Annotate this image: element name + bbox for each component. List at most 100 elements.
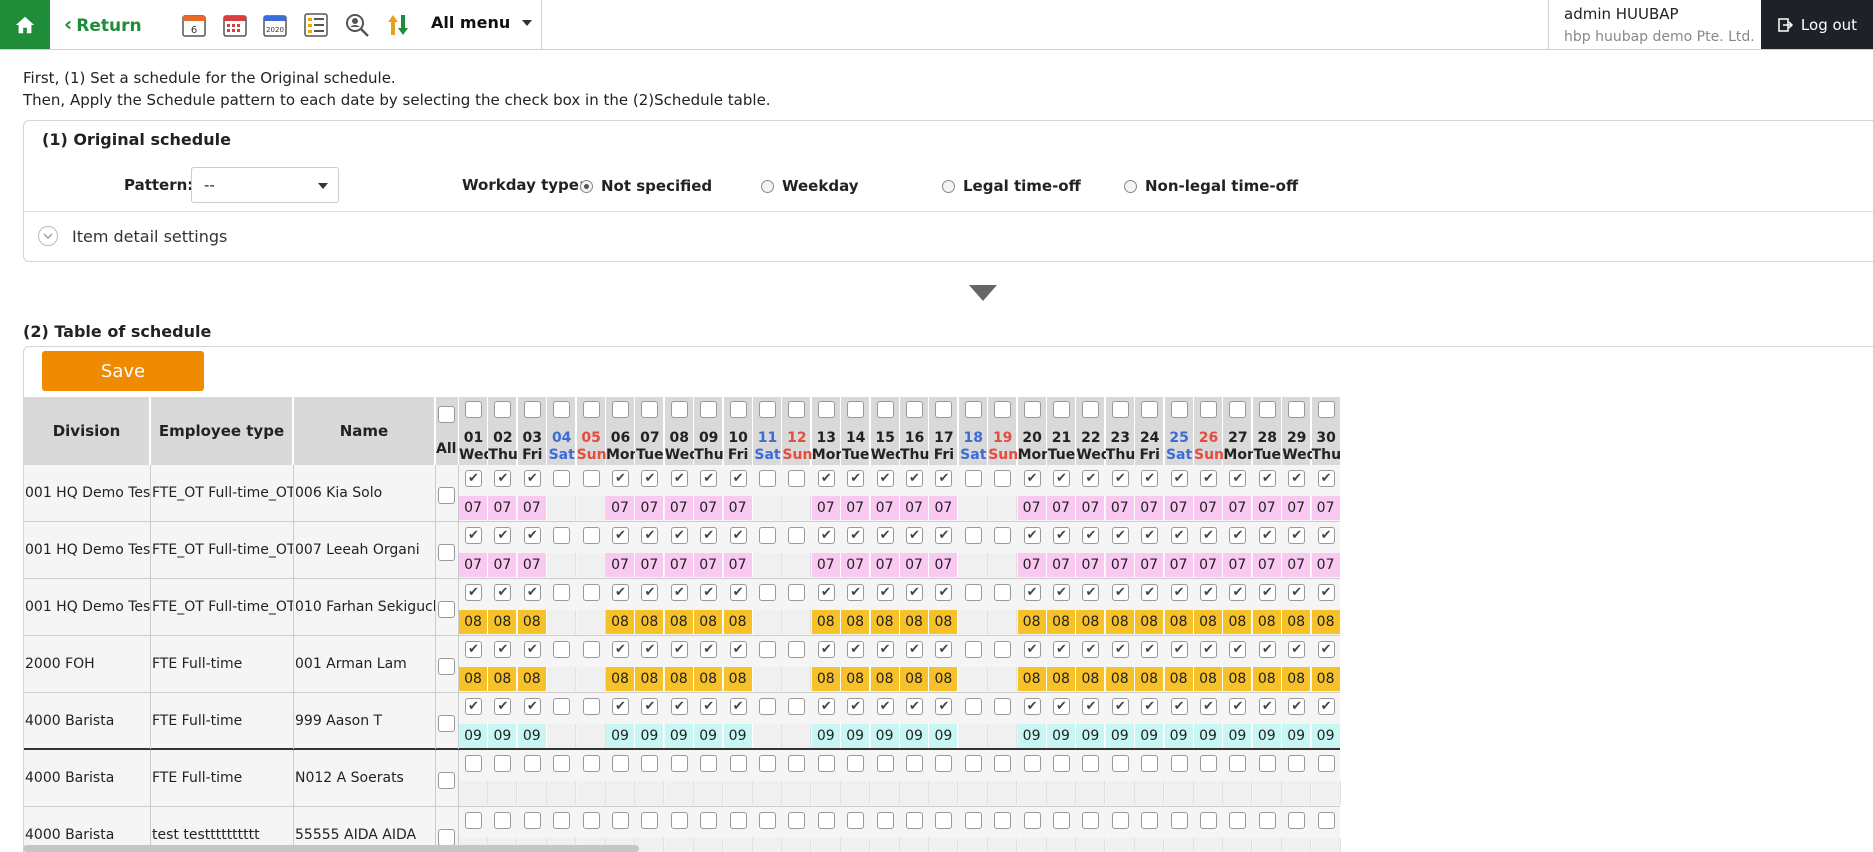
day-checkbox[interactable]	[817, 755, 835, 772]
day-checkbox[interactable]: ✔	[1111, 470, 1129, 487]
day-select-checkbox[interactable]	[1053, 401, 1070, 418]
day-checkbox[interactable]: ✔	[817, 584, 835, 601]
day-checkbox[interactable]: ✔	[1258, 527, 1276, 544]
day-checkbox[interactable]: ✔	[1288, 527, 1306, 544]
day-checkbox[interactable]: ✔	[1288, 641, 1306, 658]
day-select-checkbox[interactable]	[994, 401, 1012, 418]
day-checkbox[interactable]	[729, 812, 747, 829]
day-checkbox[interactable]	[641, 755, 659, 772]
day-checkbox[interactable]	[582, 698, 600, 715]
day-checkbox[interactable]: ✔	[906, 698, 923, 715]
row-select-checkbox[interactable]	[438, 658, 455, 675]
day-checkbox[interactable]	[906, 812, 923, 829]
day-checkbox[interactable]: ✔	[523, 641, 541, 658]
day-checkbox[interactable]: ✔	[847, 527, 865, 544]
day-checkbox[interactable]: ✔	[612, 470, 629, 487]
day-checkbox[interactable]	[1023, 812, 1041, 829]
day-checkbox[interactable]	[788, 527, 806, 544]
day-checkbox[interactable]: ✔	[465, 527, 482, 544]
day-checkbox[interactable]: ✔	[1082, 698, 1100, 715]
day-select-checkbox[interactable]	[1170, 401, 1188, 418]
day-checkbox[interactable]: ✔	[906, 584, 923, 601]
day-checkbox[interactable]: ✔	[935, 527, 953, 544]
day-checkbox[interactable]: ✔	[700, 470, 718, 487]
day-checkbox[interactable]	[1082, 755, 1100, 772]
day-checkbox[interactable]: ✔	[494, 584, 512, 601]
day-checkbox[interactable]: ✔	[612, 698, 629, 715]
day-checkbox[interactable]	[523, 812, 541, 829]
day-checkbox[interactable]: ✔	[1317, 698, 1335, 715]
day-checkbox[interactable]	[553, 698, 571, 715]
day-checkbox[interactable]	[582, 641, 600, 658]
day-checkbox[interactable]: ✔	[523, 527, 541, 544]
day-checkbox[interactable]: ✔	[1082, 641, 1100, 658]
day-checkbox[interactable]	[935, 812, 953, 829]
day-checkbox[interactable]	[906, 755, 923, 772]
day-checkbox[interactable]: ✔	[1200, 470, 1217, 487]
day-checkbox[interactable]	[1111, 755, 1129, 772]
day-checkbox[interactable]	[1258, 755, 1276, 772]
day-checkbox[interactable]	[1258, 812, 1276, 829]
day-checkbox[interactable]: ✔	[1111, 584, 1129, 601]
day-checkbox[interactable]	[964, 812, 982, 829]
day-checkbox[interactable]: ✔	[465, 470, 482, 487]
day-checkbox[interactable]: ✔	[1170, 698, 1188, 715]
day-checkbox[interactable]	[964, 755, 982, 772]
item-detail-toggle[interactable]: Item detail settings	[38, 226, 227, 246]
day-checkbox[interactable]: ✔	[1082, 470, 1100, 487]
radio-dot[interactable]	[761, 179, 774, 193]
day-checkbox[interactable]	[1082, 812, 1100, 829]
day-checkbox[interactable]: ✔	[465, 584, 482, 601]
day-checkbox[interactable]: ✔	[700, 641, 718, 658]
day-checkbox[interactable]	[1288, 755, 1306, 772]
day-checkbox[interactable]: ✔	[729, 698, 747, 715]
day-checkbox[interactable]	[1200, 755, 1217, 772]
day-checkbox[interactable]: ✔	[494, 527, 512, 544]
day-checkbox[interactable]: ✔	[1141, 527, 1159, 544]
day-checkbox[interactable]	[847, 755, 865, 772]
day-select-checkbox[interactable]	[729, 401, 747, 418]
day-checkbox[interactable]: ✔	[847, 584, 865, 601]
day-checkbox[interactable]	[994, 641, 1012, 658]
calendar-year-icon[interactable]: 2020	[262, 12, 288, 38]
day-checkbox[interactable]	[994, 584, 1012, 601]
day-checkbox[interactable]	[759, 641, 776, 658]
day-checkbox[interactable]	[994, 470, 1012, 487]
day-checkbox[interactable]: ✔	[847, 641, 865, 658]
day-checkbox[interactable]	[964, 698, 982, 715]
day-checkbox[interactable]	[1023, 755, 1041, 772]
day-checkbox[interactable]: ✔	[1053, 698, 1070, 715]
day-checkbox[interactable]	[553, 641, 571, 658]
day-checkbox[interactable]: ✔	[494, 470, 512, 487]
day-checkbox[interactable]: ✔	[670, 470, 688, 487]
day-checkbox[interactable]	[1317, 812, 1335, 829]
calendar-month-icon[interactable]	[222, 12, 248, 38]
day-checkbox[interactable]: ✔	[876, 527, 894, 544]
user-info[interactable]: admin HUUBAP hbp huubap demo Pte. Ltd.	[1548, 0, 1761, 49]
day-checkbox[interactable]	[670, 755, 688, 772]
all-menu-dropdown[interactable]: All menu	[431, 13, 510, 32]
day-checkbox[interactable]: ✔	[612, 584, 629, 601]
day-checkbox[interactable]: ✔	[1200, 641, 1217, 658]
day-checkbox[interactable]	[582, 812, 600, 829]
day-checkbox[interactable]	[1229, 812, 1247, 829]
day-select-checkbox[interactable]	[553, 401, 571, 418]
day-checkbox[interactable]: ✔	[729, 584, 747, 601]
day-checkbox[interactable]	[523, 755, 541, 772]
radio-non-legal-time-off[interactable]: Non-legal time-off	[1124, 177, 1298, 195]
radio-not-specified[interactable]: Not specified	[580, 177, 712, 195]
day-checkbox[interactable]: ✔	[906, 641, 923, 658]
day-checkbox[interactable]	[759, 470, 776, 487]
day-checkbox[interactable]: ✔	[1200, 527, 1217, 544]
day-checkbox[interactable]: ✔	[847, 470, 865, 487]
day-checkbox[interactable]: ✔	[1229, 584, 1247, 601]
day-checkbox[interactable]: ✔	[876, 698, 894, 715]
day-checkbox[interactable]: ✔	[935, 698, 953, 715]
day-checkbox[interactable]	[553, 755, 571, 772]
day-checkbox[interactable]	[759, 812, 776, 829]
day-select-checkbox[interactable]	[582, 401, 600, 418]
day-checkbox[interactable]: ✔	[1053, 470, 1070, 487]
day-checkbox[interactable]: ✔	[523, 698, 541, 715]
day-checkbox[interactable]: ✔	[641, 470, 659, 487]
day-checkbox[interactable]: ✔	[1023, 527, 1041, 544]
